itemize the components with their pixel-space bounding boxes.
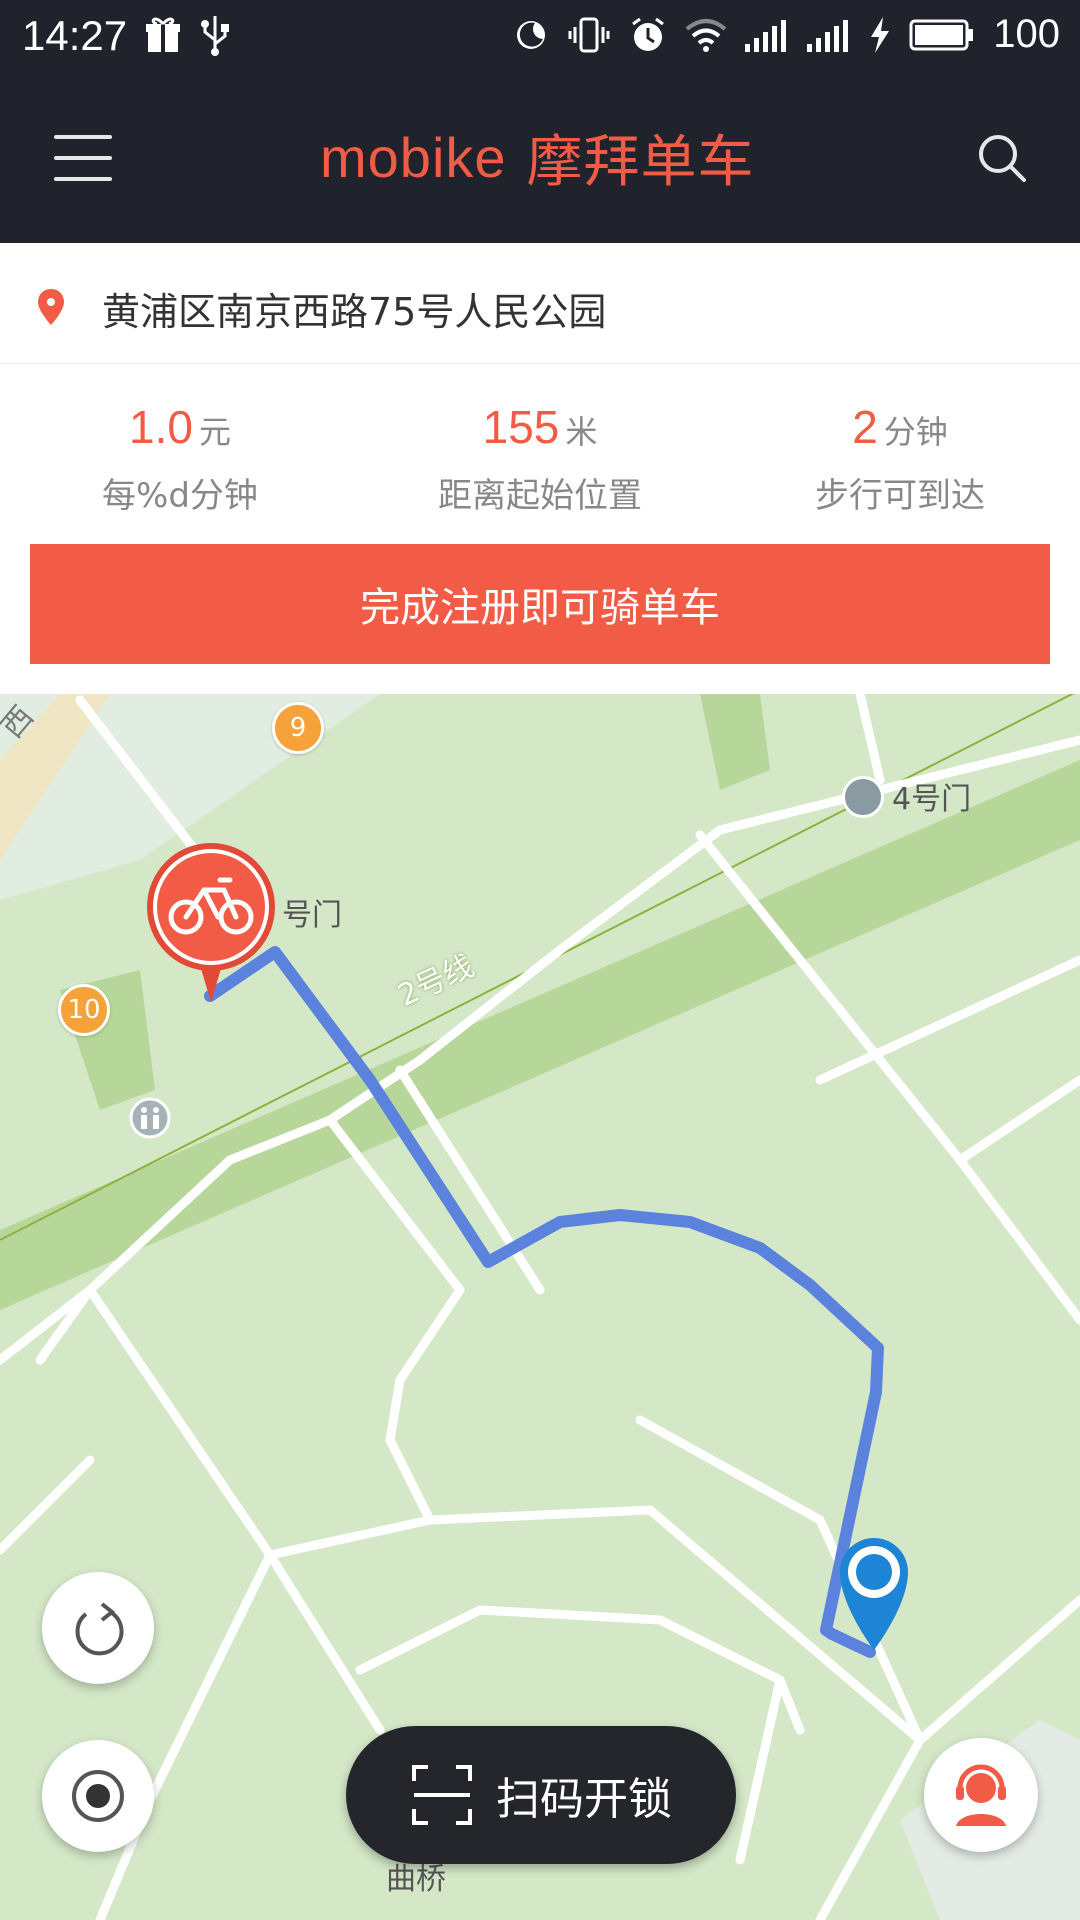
scan-to-unlock-button[interactable]: 扫码开锁 — [346, 1726, 736, 1864]
refresh-button[interactable] — [42, 1572, 154, 1684]
target-icon — [72, 1770, 124, 1822]
locate-me-button[interactable] — [42, 1740, 154, 1852]
scan-icon — [412, 1765, 472, 1825]
refresh-icon — [75, 1602, 124, 1656]
customer-service-icon — [956, 1764, 1006, 1826]
customer-service-button[interactable] — [924, 1738, 1038, 1852]
bike-location-marker[interactable] — [146, 842, 276, 1002]
current-location-marker — [840, 1538, 908, 1650]
scan-label: 扫码开锁 — [496, 1774, 672, 1825]
